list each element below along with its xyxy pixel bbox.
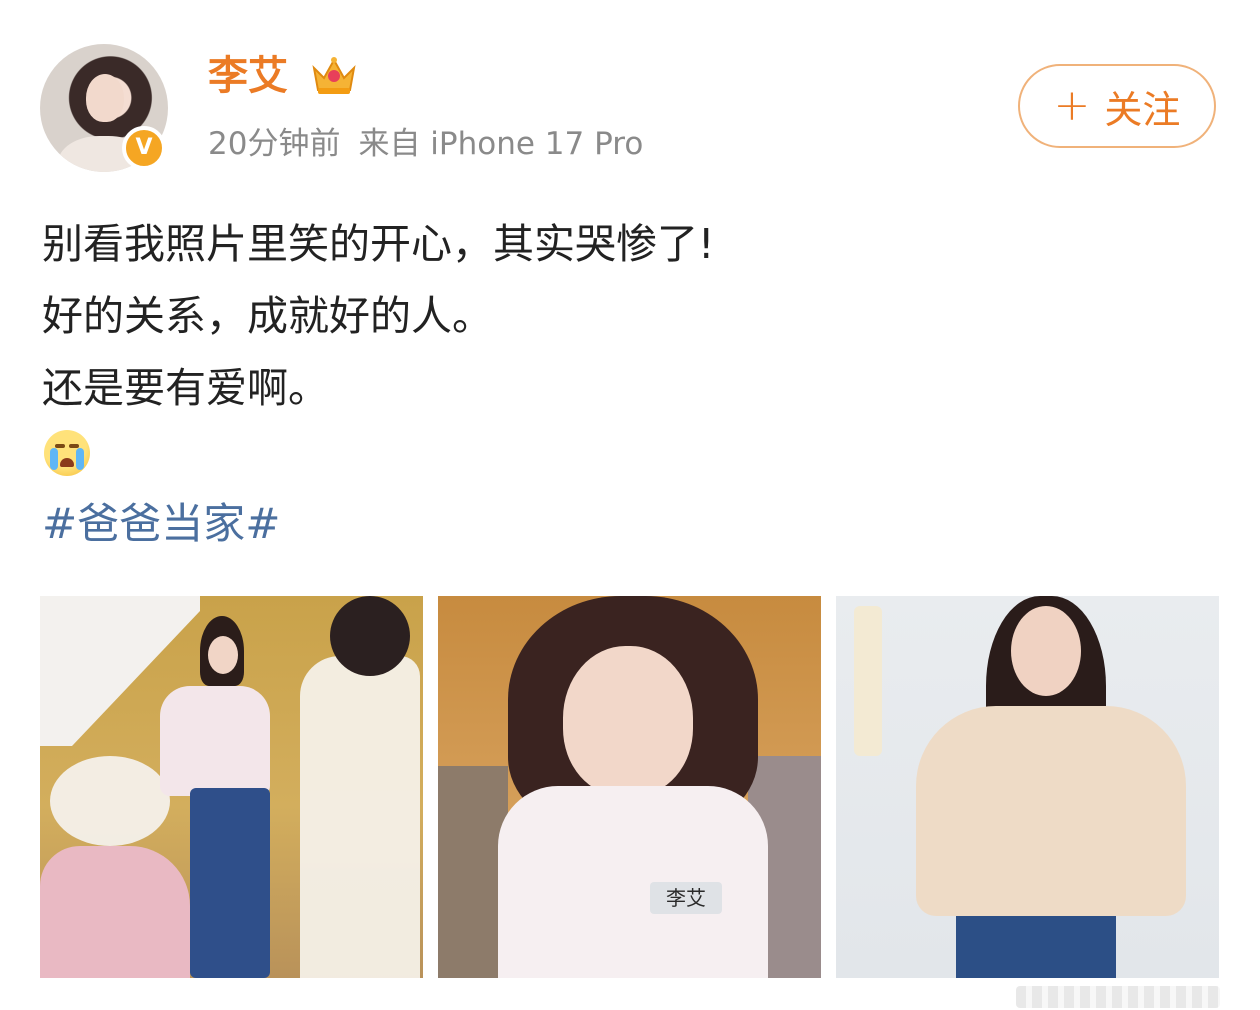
avatar-face (86, 74, 124, 122)
verified-v-icon: V (122, 126, 166, 170)
post-source: 来自 iPhone 17 Pro (358, 126, 644, 162)
hashtag-link[interactable]: #爸爸当家# (42, 496, 280, 552)
follow-button[interactable]: + 关注 (1018, 64, 1216, 148)
post-meta: 20分钟前 来自 iPhone 17 Pro (208, 124, 643, 164)
photo-3[interactable] (836, 596, 1219, 978)
watermark (1016, 986, 1220, 1008)
username[interactable]: 李艾 (208, 52, 288, 100)
crown-icon (312, 57, 356, 94)
post-time: 20分钟前 (208, 126, 341, 162)
post-line: 好的关系，成就好的人。 (42, 292, 493, 340)
crying-face-icon (44, 430, 90, 476)
post-line: 还是要有爱啊。 (42, 364, 329, 412)
post-line: 别看我照片里笑的开心，其实哭惨了! (42, 220, 715, 268)
post-text: 别看我照片里笑的开心，其实哭惨了! 好的关系，成就好的人。 还是要有爱啊。 (42, 208, 1222, 424)
follow-label: 关注 (1104, 87, 1181, 132)
photo-1[interactable] (40, 596, 423, 978)
photo-2[interactable]: 李艾 (438, 596, 821, 978)
name-tag: 李艾 (650, 882, 722, 914)
plus-icon: + (1053, 80, 1091, 131)
